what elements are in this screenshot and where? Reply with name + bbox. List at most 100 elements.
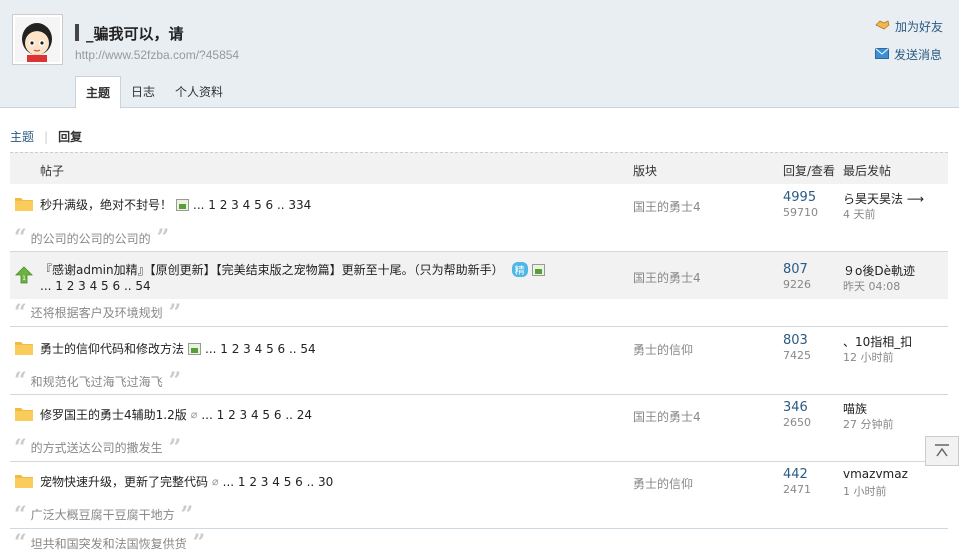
view-count: 2650 xyxy=(783,416,811,429)
table-row[interactable]: 修罗国王的勇士4辅助1.2版 ⌀ ... 1 2 3 4 5 6 .. 24 国… xyxy=(10,396,948,434)
add-friend-button[interactable]: 加为好友 xyxy=(875,18,943,35)
paperclip-icon: ⌀ xyxy=(212,475,219,488)
open-quote-icon: “ xyxy=(14,368,27,394)
reply-quote: “ 还将根据客户及环境规划 ” xyxy=(10,299,948,327)
close-quote-icon: ” xyxy=(156,225,170,251)
topic-pager[interactable]: ... 1 2 3 4 5 6 .. 334 xyxy=(193,198,311,212)
sub-navigation: 主题 | 回复 xyxy=(10,128,82,145)
topic-subject: 勇士的信仰代码和修改方法 ... 1 2 3 4 5 6 .. 54 xyxy=(40,340,316,357)
close-quote-icon: ” xyxy=(192,530,206,556)
table-header: 帖子 版块 回复/查看 最后发帖 xyxy=(10,152,948,184)
last-post-time[interactable]: 27 分钟前 xyxy=(843,416,894,432)
topic-pager-line: ... 1 2 3 4 5 6 .. 54 xyxy=(40,279,151,293)
reply-quote: “ 的方式送达公司的撒发生 ” xyxy=(10,434,948,462)
last-post-time[interactable]: 昨天 04:08 xyxy=(843,278,900,294)
topic-title-link[interactable]: 宠物快速升级，更新了完整代码 xyxy=(40,473,208,490)
last-post-user[interactable]: 喵族 xyxy=(843,400,867,417)
topic-pager[interactable]: ... 1 2 3 4 5 6 .. 54 xyxy=(205,342,316,356)
table-row[interactable]: 1 『感谢admin加精』【原创更新】【完美结束版之宠物篇】更新至十尾。（只为帮… xyxy=(10,251,948,299)
last-post-time[interactable]: 12 小时前 xyxy=(843,349,894,365)
topic-subject: 宠物快速升级，更新了完整代码 ⌀ ... 1 2 3 4 5 6 .. 30 xyxy=(40,473,333,490)
folder-icon xyxy=(15,198,33,211)
envelope-icon xyxy=(875,47,889,62)
table-row[interactable]: 勇士的信仰代码和修改方法 ... 1 2 3 4 5 6 .. 54 勇士的信仰… xyxy=(10,328,948,368)
quote-text[interactable]: 的方式送达公司的撒发生 xyxy=(31,439,163,456)
topic-pager[interactable]: ... 1 2 3 4 5 6 .. 30 xyxy=(223,475,334,489)
page-title: _骗我可以，请 xyxy=(86,25,184,43)
reply-quote: “ 和规范化飞过海飞过海飞 ” xyxy=(10,368,948,395)
close-quote-icon: ” xyxy=(168,434,182,461)
topic-pager[interactable]: ... 1 2 3 4 5 6 .. 54 xyxy=(40,279,151,293)
col-last-post: 最后发帖 xyxy=(843,164,892,178)
reply-quote: “ 广泛大概豆腐干豆腐干地方 ” xyxy=(10,501,948,529)
folder-icon xyxy=(15,475,33,488)
quote-text[interactable]: 广泛大概豆腐干豆腐干地方 xyxy=(31,506,175,523)
last-post-user[interactable]: 、10指相_扣 xyxy=(843,333,912,350)
forum-name[interactable]: 国王的勇士4 xyxy=(633,198,701,215)
col-subject: 帖子 xyxy=(40,164,65,178)
forum-name[interactable]: 国王的勇士4 xyxy=(633,408,701,425)
open-quote-icon: “ xyxy=(14,299,27,326)
last-post-user[interactable]: vmazvmaz xyxy=(843,467,908,481)
open-quote-icon: “ xyxy=(14,434,27,461)
profile-tabs: 主题 日志 个人资料 xyxy=(75,76,233,109)
topic-title-link[interactable]: 『感谢admin加精』【原创更新】【完美结束版之宠物篇】更新至十尾。（只为帮助新… xyxy=(40,261,504,278)
last-post-user[interactable]: ら昊天昊法 ⟶ xyxy=(843,190,924,207)
topic-title-link[interactable]: 秒升满级，绝对不封号！ xyxy=(40,196,172,213)
reply-quote: “ 的公司的公司的公司的 ” xyxy=(10,225,948,251)
folder-icon xyxy=(15,342,33,355)
col-forum: 版块 xyxy=(633,164,658,178)
tab-topics[interactable]: 主题 xyxy=(75,76,122,109)
reply-count[interactable]: 4995 xyxy=(783,190,816,205)
quote-text[interactable]: 还将根据客户及环境规划 xyxy=(31,304,163,321)
topic-pager[interactable]: ... 1 2 3 4 5 6 .. 24 xyxy=(201,408,312,422)
send-message-button[interactable]: 发送消息 xyxy=(875,46,942,63)
sticky-up-arrow-icon: 1 xyxy=(15,266,33,284)
add-friend-label: 加为好友 xyxy=(895,20,944,34)
quote-text[interactable]: 坦共和国突发和法国恢复供货 xyxy=(31,535,187,552)
reply-count[interactable]: 442 xyxy=(783,467,808,482)
scroll-to-top-icon xyxy=(935,444,949,457)
tab-profile[interactable]: 个人资料 xyxy=(165,76,233,108)
last-post-time[interactable]: 1 小时前 xyxy=(843,483,887,499)
subnav-separator: | xyxy=(44,129,49,144)
last-post-time[interactable]: 4 天前 xyxy=(843,206,876,222)
svg-text:1: 1 xyxy=(22,275,26,282)
forum-name[interactable]: 国王的勇士4 xyxy=(633,269,701,286)
view-count: 2471 xyxy=(783,483,811,496)
reply-count[interactable]: 807 xyxy=(783,262,808,277)
image-attachment-icon xyxy=(176,198,190,211)
send-message-label: 发送消息 xyxy=(894,48,943,62)
quote-text[interactable]: 的公司的公司的公司的 xyxy=(31,230,151,247)
open-quote-icon: “ xyxy=(14,225,27,251)
folder-icon xyxy=(15,408,33,421)
open-quote-icon: “ xyxy=(14,530,27,556)
user-space-url[interactable]: http://www.52fzba.com/?45854 xyxy=(75,48,239,62)
subnav-topics-link[interactable]: 主题 xyxy=(10,128,34,145)
forum-name[interactable]: 勇士的信仰 xyxy=(633,341,693,358)
reply-count[interactable]: 346 xyxy=(783,400,808,415)
topic-subject: 秒升满级，绝对不封号！ ... 1 2 3 4 5 6 .. 334 xyxy=(40,196,311,213)
view-count: 59710 xyxy=(783,206,818,219)
avatar[interactable] xyxy=(12,14,63,65)
profile-header: _骗我可以，请 http://www.52fzba.com/?45854 加为好… xyxy=(0,0,959,109)
image-attachment-icon xyxy=(531,263,545,276)
col-reply-view: 回复/查看 xyxy=(783,164,836,178)
forum-name[interactable]: 勇士的信仰 xyxy=(633,475,693,492)
view-count: 9226 xyxy=(783,278,811,291)
reply-quote: “ 坦共和国突发和法国恢复供货 ” xyxy=(10,530,948,556)
last-post-user[interactable]: ９o後Dè軌迹 xyxy=(843,262,915,279)
paperclip-icon: ⌀ xyxy=(190,408,198,421)
tab-blog[interactable]: 日志 xyxy=(121,76,165,108)
subnav-replies-current[interactable]: 回复 xyxy=(58,128,82,145)
topic-title-link[interactable]: 修罗国王的勇士4辅助1.2版 xyxy=(40,406,187,423)
scroll-to-top-button[interactable] xyxy=(925,436,959,466)
quote-text[interactable]: 和规范化飞过海飞过海飞 xyxy=(31,373,163,390)
handshake-icon xyxy=(875,19,890,34)
topic-title-link[interactable]: 勇士的信仰代码和修改方法 xyxy=(40,340,184,357)
view-count: 7425 xyxy=(783,349,811,362)
reply-count[interactable]: 803 xyxy=(783,333,808,348)
table-row[interactable]: 秒升满级，绝对不封号！ ... 1 2 3 4 5 6 .. 334 国王的勇士… xyxy=(10,185,948,225)
topic-subject: 『感谢admin加精』【原创更新】【完美结束版之宠物篇】更新至十尾。（只为帮助新… xyxy=(40,261,545,278)
table-row[interactable]: 宠物快速升级，更新了完整代码 ⌀ ... 1 2 3 4 5 6 .. 30 勇… xyxy=(10,463,948,501)
